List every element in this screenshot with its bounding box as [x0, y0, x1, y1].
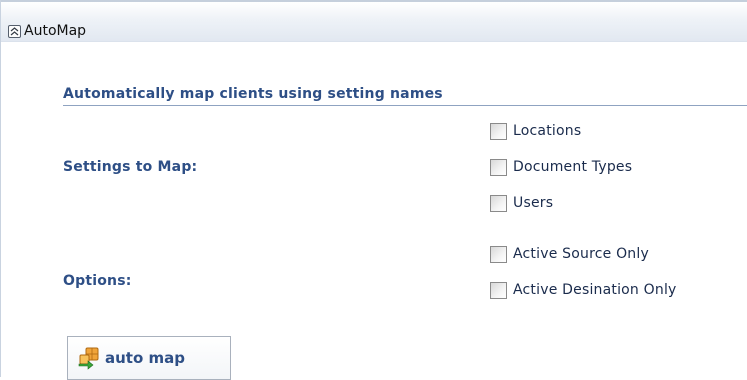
auto-map-label: auto map: [105, 349, 185, 367]
auto-map-icon: [77, 346, 101, 370]
document-types-label: Document Types: [513, 159, 633, 175]
document-types-checkbox-row[interactable]: Document Types: [490, 157, 632, 177]
automap-panel: AutoMap Automatically map clients using …: [0, 0, 747, 380]
auto-map-button[interactable]: auto map: [67, 336, 231, 380]
double-chevron-up-icon[interactable]: [8, 25, 21, 38]
active-destination-only-checkbox-row[interactable]: Active Desination Only: [490, 280, 677, 300]
active-source-only-checkbox-row[interactable]: Active Source Only: [490, 244, 649, 264]
locations-checkbox-row[interactable]: Locations: [490, 121, 581, 141]
panel-title: AutoMap: [24, 23, 87, 39]
locations-checkbox[interactable]: [490, 122, 507, 140]
settings-to-map-label: Settings to Map:: [63, 159, 198, 175]
active-source-only-label: Active Source Only: [513, 246, 649, 262]
locations-label: Locations: [513, 123, 582, 139]
users-checkbox-row[interactable]: Users: [490, 193, 553, 213]
section-title: Automatically map clients using setting …: [63, 86, 443, 102]
active-source-only-checkbox[interactable]: [490, 245, 507, 263]
section-divider: [63, 105, 747, 106]
active-destination-only-checkbox[interactable]: [490, 281, 507, 299]
options-label: Options:: [63, 273, 132, 289]
active-destination-only-label: Active Desination Only: [513, 282, 677, 298]
users-checkbox[interactable]: [490, 194, 507, 212]
document-types-checkbox[interactable]: [490, 158, 507, 176]
panel-header: AutoMap: [1, 0, 747, 42]
users-label: Users: [513, 195, 554, 211]
